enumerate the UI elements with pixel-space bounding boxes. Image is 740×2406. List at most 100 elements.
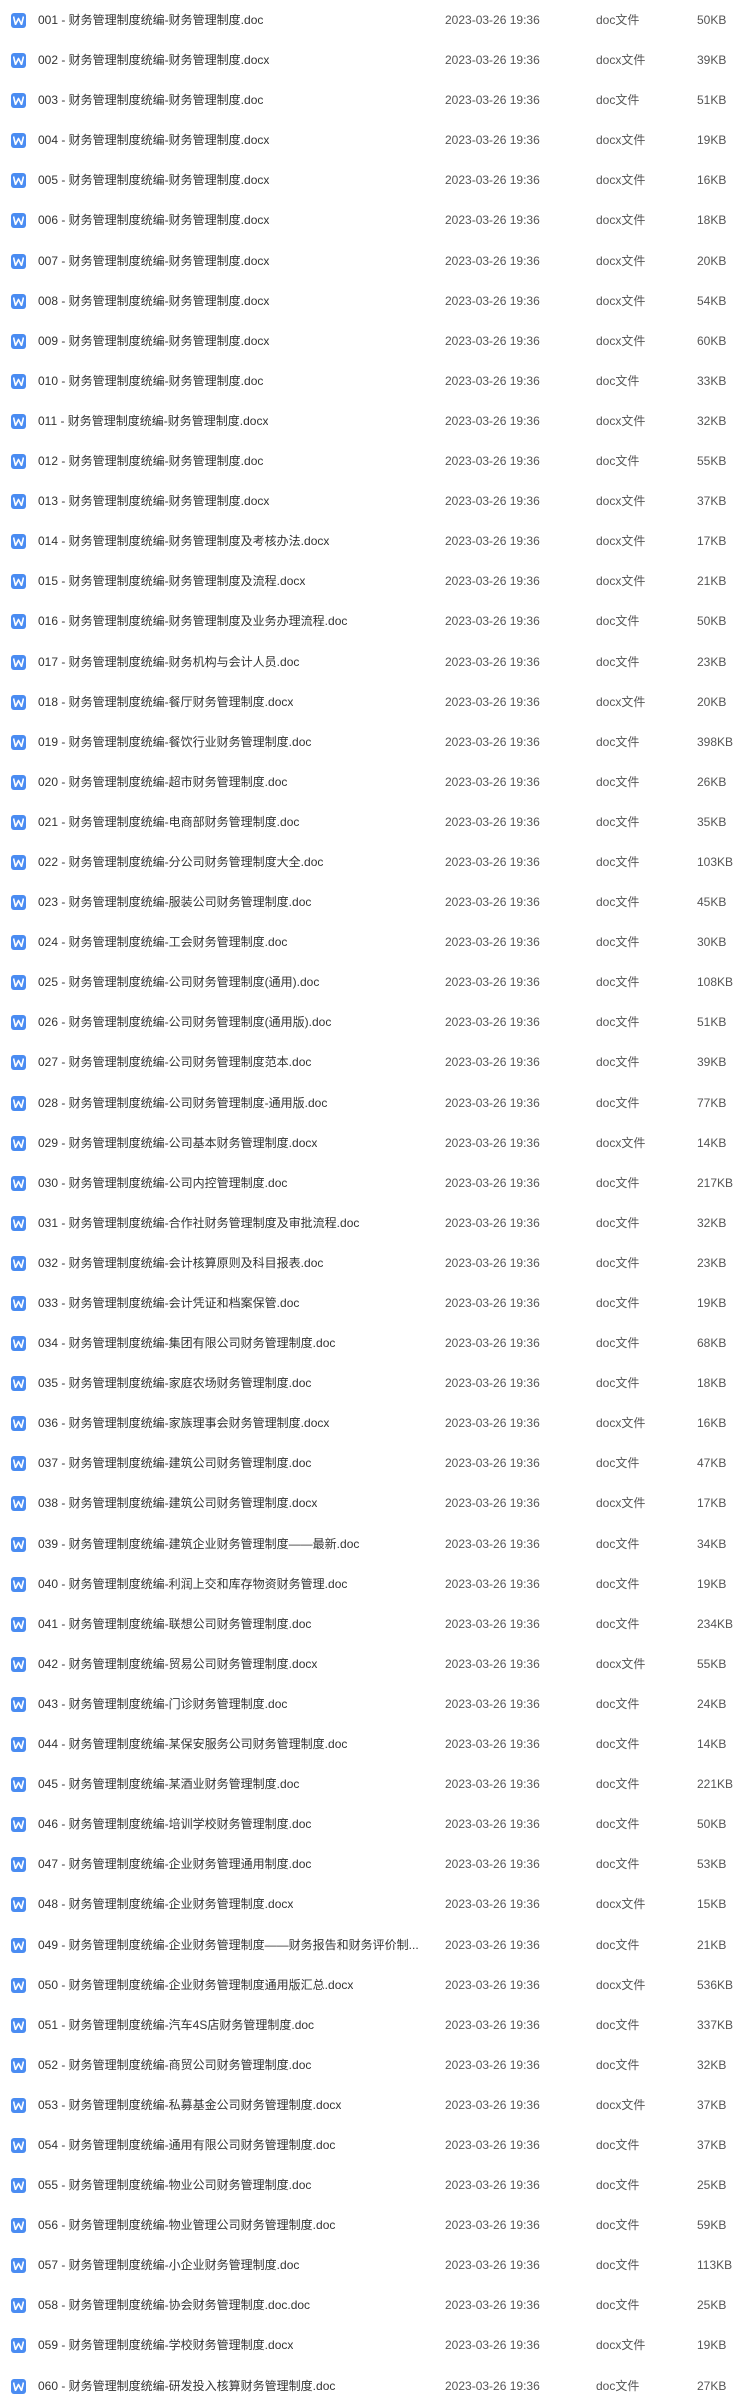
file-row[interactable]: 021 - 财务管理制度统编-电商部财务管理制度.doc 2023-03-26 … (0, 802, 740, 842)
file-row[interactable]: 043 - 财务管理制度统编-门诊财务管理制度.doc 2023-03-26 1… (0, 1684, 740, 1724)
file-row[interactable]: 057 - 财务管理制度统编-小企业财务管理制度.doc 2023-03-26 … (0, 2245, 740, 2285)
file-name[interactable]: 010 - 财务管理制度统编-财务管理制度.doc (38, 361, 263, 401)
file-name[interactable]: 040 - 财务管理制度统编-利润上交和库存物资财务管理.doc (38, 1564, 347, 1604)
file-name[interactable]: 008 - 财务管理制度统编-财务管理制度.docx (38, 281, 269, 321)
file-name[interactable]: 006 - 财务管理制度统编-财务管理制度.docx (38, 200, 269, 240)
file-name[interactable]: 046 - 财务管理制度统编-培训学校财务管理制度.doc (38, 1804, 311, 1844)
file-row[interactable]: 047 - 财务管理制度统编-企业财务管理通用制度.doc 2023-03-26… (0, 1844, 740, 1884)
file-row[interactable]: 027 - 财务管理制度统编-公司财务管理制度范本.doc 2023-03-26… (0, 1042, 740, 1082)
file-row[interactable]: 054 - 财务管理制度统编-通用有限公司财务管理制度.doc 2023-03-… (0, 2125, 740, 2165)
file-row[interactable]: 039 - 财务管理制度统编-建筑企业财务管理制度——最新.doc 2023-0… (0, 1524, 740, 1564)
file-name[interactable]: 052 - 财务管理制度统编-商贸公司财务管理制度.doc (38, 2045, 311, 2085)
file-name[interactable]: 025 - 财务管理制度统编-公司财务管理制度(通用).doc (38, 962, 319, 1002)
file-name[interactable]: 002 - 财务管理制度统编-财务管理制度.docx (38, 40, 269, 80)
file-name[interactable]: 039 - 财务管理制度统编-建筑企业财务管理制度——最新.doc (38, 1524, 359, 1564)
file-name[interactable]: 043 - 财务管理制度统编-门诊财务管理制度.doc (38, 1684, 287, 1724)
file-row[interactable]: 031 - 财务管理制度统编-合作社财务管理制度及审批流程.doc 2023-0… (0, 1203, 740, 1243)
file-row[interactable]: 022 - 财务管理制度统编-分公司财务管理制度大全.doc 2023-03-2… (0, 842, 740, 882)
file-name[interactable]: 011 - 财务管理制度统编-财务管理制度.docx (38, 401, 268, 441)
file-row[interactable]: 001 - 财务管理制度统编-财务管理制度.doc 2023-03-26 19:… (0, 0, 740, 40)
file-name[interactable]: 022 - 财务管理制度统编-分公司财务管理制度大全.doc (38, 842, 323, 882)
file-row[interactable]: 058 - 财务管理制度统编-协会财务管理制度.doc.doc 2023-03-… (0, 2285, 740, 2325)
file-name[interactable]: 041 - 财务管理制度统编-联想公司财务管理制度.doc (38, 1604, 311, 1644)
file-row[interactable]: 023 - 财务管理制度统编-服装公司财务管理制度.doc 2023-03-26… (0, 882, 740, 922)
file-name[interactable]: 049 - 财务管理制度统编-企业财务管理制度——财务报告和财务评价制... (38, 1925, 419, 1965)
file-row[interactable]: 014 - 财务管理制度统编-财务管理制度及考核办法.docx 2023-03-… (0, 521, 740, 561)
file-row[interactable]: 037 - 财务管理制度统编-建筑公司财务管理制度.doc 2023-03-26… (0, 1443, 740, 1483)
file-name[interactable]: 054 - 财务管理制度统编-通用有限公司财务管理制度.doc (38, 2125, 335, 2165)
file-name[interactable]: 004 - 财务管理制度统编-财务管理制度.docx (38, 120, 269, 160)
file-name[interactable]: 021 - 财务管理制度统编-电商部财务管理制度.doc (38, 802, 299, 842)
file-name[interactable]: 048 - 财务管理制度统编-企业财务管理制度.docx (38, 1884, 293, 1924)
file-row[interactable]: 019 - 财务管理制度统编-餐饮行业财务管理制度.doc 2023-03-26… (0, 722, 740, 762)
file-row[interactable]: 042 - 财务管理制度统编-贸易公司财务管理制度.docx 2023-03-2… (0, 1644, 740, 1684)
file-name[interactable]: 034 - 财务管理制度统编-集团有限公司财务管理制度.doc (38, 1323, 335, 1363)
file-row[interactable]: 036 - 财务管理制度统编-家族理事会财务管理制度.docx 2023-03-… (0, 1403, 740, 1443)
file-row[interactable]: 020 - 财务管理制度统编-超市财务管理制度.doc 2023-03-26 1… (0, 762, 740, 802)
file-row[interactable]: 029 - 财务管理制度统编-公司基本财务管理制度.docx 2023-03-2… (0, 1123, 740, 1163)
file-name[interactable]: 017 - 财务管理制度统编-财务机构与会计人员.doc (38, 642, 299, 682)
file-name[interactable]: 047 - 财务管理制度统编-企业财务管理通用制度.doc (38, 1844, 311, 1884)
file-name[interactable]: 057 - 财务管理制度统编-小企业财务管理制度.doc (38, 2245, 299, 2285)
file-row[interactable]: 009 - 财务管理制度统编-财务管理制度.docx 2023-03-26 19… (0, 321, 740, 361)
file-row[interactable]: 034 - 财务管理制度统编-集团有限公司财务管理制度.doc 2023-03-… (0, 1323, 740, 1363)
file-name[interactable]: 031 - 财务管理制度统编-合作社财务管理制度及审批流程.doc (38, 1203, 359, 1243)
file-name[interactable]: 018 - 财务管理制度统编-餐厅财务管理制度.docx (38, 682, 293, 722)
file-row[interactable]: 025 - 财务管理制度统编-公司财务管理制度(通用).doc 2023-03-… (0, 962, 740, 1002)
file-row[interactable]: 052 - 财务管理制度统编-商贸公司财务管理制度.doc 2023-03-26… (0, 2045, 740, 2085)
file-name[interactable]: 045 - 财务管理制度统编-某酒业财务管理制度.doc (38, 1764, 299, 1804)
file-row[interactable]: 038 - 财务管理制度统编-建筑公司财务管理制度.docx 2023-03-2… (0, 1483, 740, 1523)
file-name[interactable]: 005 - 财务管理制度统编-财务管理制度.docx (38, 160, 269, 200)
file-name[interactable]: 044 - 财务管理制度统编-某保安服务公司财务管理制度.doc (38, 1724, 347, 1764)
file-name[interactable]: 058 - 财务管理制度统编-协会财务管理制度.doc.doc (38, 2285, 310, 2325)
file-row[interactable]: 012 - 财务管理制度统编-财务管理制度.doc 2023-03-26 19:… (0, 441, 740, 481)
file-name[interactable]: 013 - 财务管理制度统编-财务管理制度.docx (38, 481, 269, 521)
file-name[interactable]: 014 - 财务管理制度统编-财务管理制度及考核办法.docx (38, 521, 329, 561)
file-name[interactable]: 037 - 财务管理制度统编-建筑公司财务管理制度.doc (38, 1443, 311, 1483)
file-name[interactable]: 009 - 财务管理制度统编-财务管理制度.docx (38, 321, 269, 361)
file-row[interactable]: 050 - 财务管理制度统编-企业财务管理制度通用版汇总.docx 2023-0… (0, 1965, 740, 2005)
file-row[interactable]: 016 - 财务管理制度统编-财务管理制度及业务办理流程.doc 2023-03… (0, 601, 740, 641)
file-name[interactable]: 050 - 财务管理制度统编-企业财务管理制度通用版汇总.docx (38, 1965, 353, 2005)
file-row[interactable]: 041 - 财务管理制度统编-联想公司财务管理制度.doc 2023-03-26… (0, 1604, 740, 1644)
file-row[interactable]: 024 - 财务管理制度统编-工会财务管理制度.doc 2023-03-26 1… (0, 922, 740, 962)
file-row[interactable]: 015 - 财务管理制度统编-财务管理制度及流程.docx 2023-03-26… (0, 561, 740, 601)
file-row[interactable]: 006 - 财务管理制度统编-财务管理制度.docx 2023-03-26 19… (0, 200, 740, 240)
file-name[interactable]: 028 - 财务管理制度统编-公司财务管理制度-通用版.doc (38, 1083, 327, 1123)
file-row[interactable]: 059 - 财务管理制度统编-学校财务管理制度.docx 2023-03-26 … (0, 2325, 740, 2365)
file-row[interactable]: 044 - 财务管理制度统编-某保安服务公司财务管理制度.doc 2023-03… (0, 1724, 740, 1764)
file-row[interactable]: 013 - 财务管理制度统编-财务管理制度.docx 2023-03-26 19… (0, 481, 740, 521)
file-row[interactable]: 035 - 财务管理制度统编-家庭农场财务管理制度.doc 2023-03-26… (0, 1363, 740, 1403)
file-row[interactable]: 010 - 财务管理制度统编-财务管理制度.doc 2023-03-26 19:… (0, 361, 740, 401)
file-name[interactable]: 023 - 财务管理制度统编-服装公司财务管理制度.doc (38, 882, 311, 922)
file-row[interactable]: 053 - 财务管理制度统编-私募基金公司财务管理制度.docx 2023-03… (0, 2085, 740, 2125)
file-name[interactable]: 042 - 财务管理制度统编-贸易公司财务管理制度.docx (38, 1644, 317, 1684)
file-row[interactable]: 051 - 财务管理制度统编-汽车4S店财务管理制度.doc 2023-03-2… (0, 2005, 740, 2045)
file-row[interactable]: 048 - 财务管理制度统编-企业财务管理制度.docx 2023-03-26 … (0, 1884, 740, 1924)
file-name[interactable]: 032 - 财务管理制度统编-会计核算原则及科目报表.doc (38, 1243, 323, 1283)
file-name[interactable]: 020 - 财务管理制度统编-超市财务管理制度.doc (38, 762, 287, 802)
file-name[interactable]: 012 - 财务管理制度统编-财务管理制度.doc (38, 441, 263, 481)
file-name[interactable]: 053 - 财务管理制度统编-私募基金公司财务管理制度.docx (38, 2085, 341, 2125)
file-name[interactable]: 059 - 财务管理制度统编-学校财务管理制度.docx (38, 2325, 293, 2365)
file-row[interactable]: 002 - 财务管理制度统编-财务管理制度.docx 2023-03-26 19… (0, 40, 740, 80)
file-row[interactable]: 049 - 财务管理制度统编-企业财务管理制度——财务报告和财务评价制... 2… (0, 1925, 740, 1965)
file-row[interactable]: 005 - 财务管理制度统编-财务管理制度.docx 2023-03-26 19… (0, 160, 740, 200)
file-name[interactable]: 019 - 财务管理制度统编-餐饮行业财务管理制度.doc (38, 722, 311, 762)
file-name[interactable]: 036 - 财务管理制度统编-家族理事会财务管理制度.docx (38, 1403, 329, 1443)
file-row[interactable]: 056 - 财务管理制度统编-物业管理公司财务管理制度.doc 2023-03-… (0, 2205, 740, 2245)
file-row[interactable]: 026 - 财务管理制度统编-公司财务管理制度(通用版).doc 2023-03… (0, 1002, 740, 1042)
file-name[interactable]: 038 - 财务管理制度统编-建筑公司财务管理制度.docx (38, 1483, 317, 1523)
file-row[interactable]: 011 - 财务管理制度统编-财务管理制度.docx 2023-03-26 19… (0, 401, 740, 441)
file-name[interactable]: 035 - 财务管理制度统编-家庭农场财务管理制度.doc (38, 1363, 311, 1403)
file-name[interactable]: 026 - 财务管理制度统编-公司财务管理制度(通用版).doc (38, 1002, 331, 1042)
file-row[interactable]: 018 - 财务管理制度统编-餐厅财务管理制度.docx 2023-03-26 … (0, 682, 740, 722)
file-name[interactable]: 003 - 财务管理制度统编-财务管理制度.doc (38, 80, 263, 120)
file-row[interactable]: 008 - 财务管理制度统编-财务管理制度.docx 2023-03-26 19… (0, 281, 740, 321)
file-name[interactable]: 055 - 财务管理制度统编-物业公司财务管理制度.doc (38, 2165, 311, 2205)
file-row[interactable]: 030 - 财务管理制度统编-公司内控管理制度.doc 2023-03-26 1… (0, 1163, 740, 1203)
file-name[interactable]: 033 - 财务管理制度统编-会计凭证和档案保管.doc (38, 1283, 299, 1323)
file-row[interactable]: 055 - 财务管理制度统编-物业公司财务管理制度.doc 2023-03-26… (0, 2165, 740, 2205)
file-name[interactable]: 051 - 财务管理制度统编-汽车4S店财务管理制度.doc (38, 2005, 314, 2045)
file-row[interactable]: 017 - 财务管理制度统编-财务机构与会计人员.doc 2023-03-26 … (0, 642, 740, 682)
